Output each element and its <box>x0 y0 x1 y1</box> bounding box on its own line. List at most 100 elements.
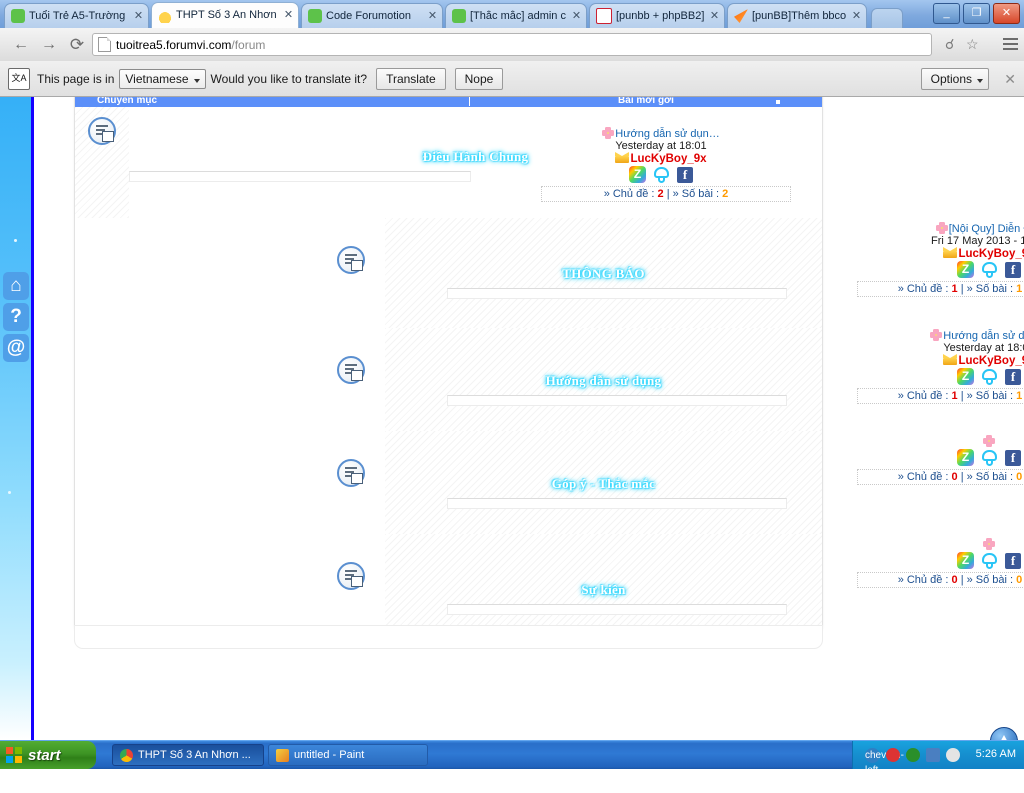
browser-toolbar: ← → ⟳ tuoitrea5.forumvi.com/forum ☌ ☆ <box>0 28 1024 62</box>
forum-folder-icon <box>337 356 365 384</box>
hamburger-menu-icon[interactable] <box>1003 38 1018 53</box>
tab-strip: Tuổi Trẻ A5-Trường ✕ THPT Số 3 An Nhơn ✕… <box>0 0 1024 29</box>
messenger-icon[interactable] <box>946 748 960 762</box>
tab-label: [Thắc mắc] admin c <box>470 9 566 22</box>
back-icon[interactable]: ← <box>10 34 32 56</box>
forum-icon-cell <box>75 534 385 632</box>
reload-icon[interactable]: ⟳ <box>66 34 88 56</box>
yahoo-icon[interactable] <box>980 552 999 569</box>
column-header-category: Chuyên mục <box>75 97 470 106</box>
facebook-icon[interactable]: f <box>1005 552 1021 569</box>
chevron-left-icon[interactable]: chevron-left-icon <box>865 747 904 791</box>
zing-icon[interactable]: Z <box>957 552 974 569</box>
crown-icon <box>943 247 958 258</box>
crown-icon <box>158 8 172 23</box>
translate-button[interactable]: Translate <box>376 67 446 90</box>
flower-icon <box>602 127 615 139</box>
yahoo-icon[interactable] <box>652 166 671 183</box>
tab-close-button[interactable]: ✕ <box>283 10 294 21</box>
forum-desc-line <box>447 395 787 406</box>
zing-icon[interactable]: Z <box>957 449 974 466</box>
forum-icon-cell <box>75 107 129 218</box>
forum-title[interactable]: THÔNG BÁO <box>385 266 822 282</box>
last-post-topic-link[interactable]: Hướng dẫn sử dụn… <box>546 127 776 140</box>
translate-question: Would you like to translate it? <box>210 71 368 86</box>
new-tab-button[interactable] <box>871 8 903 29</box>
zing-icon[interactable]: Z <box>957 261 974 278</box>
browser-tab-4[interactable]: [punbb + phpBB2] ✕ <box>589 3 725 28</box>
green-chat-icon <box>452 9 466 23</box>
star-icon[interactable]: ☆ <box>966 36 979 53</box>
forum-name-cell[interactable]: Góp ý - Thắc mắc <box>385 431 822 534</box>
tab-label: Tuổi Trẻ A5-Trường <box>29 9 126 22</box>
chrome-browser-window: Tuổi Trẻ A5-Trường ✕ THPT Số 3 An Nhơn ✕… <box>0 0 1024 740</box>
taskbar-item-paint[interactable]: untitled - Paint <box>268 744 428 766</box>
zing-icon[interactable]: Z <box>957 368 974 385</box>
language-select[interactable]: Vietnamese <box>119 68 206 89</box>
green-chat-icon <box>11 9 25 23</box>
forum-row[interactable]: Hướng dẫn sử dụng <box>75 328 822 431</box>
tab-close-button[interactable]: ✕ <box>427 10 438 22</box>
forum-name-cell[interactable]: Sự kiện <box>385 534 822 632</box>
facebook-icon[interactable]: f <box>1005 261 1021 278</box>
last-post-date: Yesterday at 18:01 <box>943 342 1024 354</box>
forum-name-cell[interactable]: Hướng dẫn sử dụng <box>385 328 822 431</box>
maximize-button[interactable]: ❐ <box>963 3 990 24</box>
browser-tab-2[interactable]: Code Forumotion ✕ <box>301 3 443 28</box>
last-post-topic-link[interactable]: Hướng dẫn sử dụn… <box>889 329 1024 342</box>
facebook-icon[interactable]: f <box>1005 449 1021 466</box>
nope-button[interactable]: Nope <box>454 67 504 90</box>
forum-title[interactable]: Sự kiện <box>385 582 822 598</box>
at-icon[interactable]: @ <box>3 334 29 362</box>
tab-close-button[interactable]: ✕ <box>709 10 720 22</box>
help-icon[interactable]: ? <box>3 303 29 331</box>
flower-icon <box>930 329 943 341</box>
update-icon[interactable] <box>906 748 920 762</box>
tab-close-button[interactable]: ✕ <box>133 10 144 22</box>
zing-icon[interactable]: Z <box>629 166 646 183</box>
last-post-user-link[interactable]: LucKyBoy_9x <box>889 354 1024 367</box>
browser-tab-5[interactable]: [punBB]Thêm bbco ✕ <box>727 3 867 28</box>
forum-folder-icon <box>337 246 365 274</box>
flower-icon <box>935 222 948 234</box>
close-infobar-button[interactable]: ✕ <box>1004 71 1016 88</box>
yahoo-icon[interactable] <box>980 368 999 385</box>
facebook-icon[interactable]: f <box>1005 368 1021 385</box>
close-window-button[interactable]: ✕ <box>993 3 1020 24</box>
tab-close-button[interactable]: ✕ <box>851 10 862 22</box>
tab-close-button[interactable]: ✕ <box>571 10 582 22</box>
start-button[interactable]: start <box>0 741 96 769</box>
forum-counts: » Chủ đề : 0 | » Số bài : 0 <box>857 572 1024 588</box>
home-icon[interactable]: ⌂ <box>3 272 29 300</box>
minimize-button[interactable]: _ <box>933 3 960 24</box>
flower-icon <box>982 538 995 550</box>
clock[interactable]: 5:26 AM <box>976 748 1016 760</box>
browser-tab-3[interactable]: [Thắc mắc] admin c ✕ <box>445 3 587 28</box>
last-post-user-link[interactable]: LucKyBoy_9x <box>546 152 776 165</box>
forward-icon[interactable]: → <box>38 34 60 56</box>
forum-title[interactable]: Góp ý - Thắc mắc <box>385 476 822 492</box>
shield-icon[interactable] <box>886 748 900 762</box>
last-post-user-link[interactable]: LucKyBoy_9x <box>889 247 1024 260</box>
forum-row[interactable]: Góp ý - Thắc mắc <box>75 431 822 534</box>
forum-row[interactable]: THÔNG BÁO <box>75 218 822 328</box>
arrow-up-icon[interactable] <box>990 727 1018 740</box>
network-icon[interactable] <box>926 748 940 762</box>
address-bar[interactable]: tuoitrea5.forumvi.com/forum <box>92 33 932 56</box>
last-post-topic-link[interactable]: [Nội Quy] Diễn Đ… <box>889 222 1024 235</box>
search-minus-icon[interactable]: ☌ <box>945 36 954 53</box>
translate-infobar: 文A This page is in Vietnamese Would you … <box>0 61 1024 97</box>
forum-name-cell[interactable]: THÔNG BÁO <box>385 218 822 328</box>
windows-logo-icon <box>6 746 23 764</box>
taskbar-item-chrome[interactable]: THPT Số 3 An Nhơn ... <box>112 744 264 766</box>
yahoo-icon[interactable] <box>980 261 999 278</box>
browser-tab-0[interactable]: Tuổi Trẻ A5-Trường ✕ <box>4 3 149 28</box>
translate-options-button[interactable]: Options <box>920 68 989 90</box>
yahoo-icon[interactable] <box>980 449 999 466</box>
browser-tab-1[interactable]: THPT Số 3 An Nhơn ✕ <box>151 2 299 28</box>
url-text: tuoitrea5.forumvi.com/forum <box>116 37 266 52</box>
tab-label: THPT Số 3 An Nhơn <box>176 9 277 21</box>
forum-row[interactable]: Sự kiện <box>75 534 822 632</box>
facebook-icon[interactable]: f <box>677 166 693 183</box>
forum-title[interactable]: Hướng dẫn sử dụng <box>385 373 822 389</box>
